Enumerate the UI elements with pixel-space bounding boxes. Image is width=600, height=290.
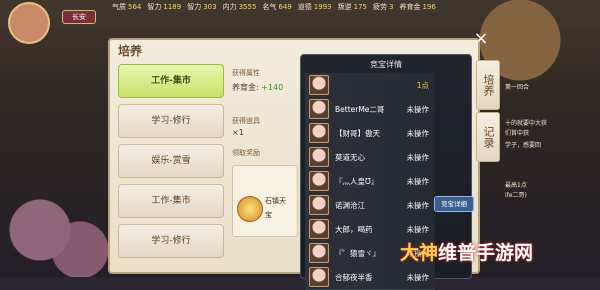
- bid-status: 未操作: [406, 272, 430, 282]
- log-line: 十的就要中大获: [505, 120, 548, 127]
- avatar: [309, 243, 329, 263]
- bid-status: 未操作: [406, 200, 430, 210]
- log-line: 们首中获: [505, 130, 530, 137]
- stat-item: 道德 1993: [297, 3, 332, 11]
- stat-item: 智力 303: [187, 3, 217, 11]
- log-line: ife二哥): [505, 192, 527, 199]
- stat-item: 智力 1189: [147, 3, 182, 11]
- bid-status: 未操作: [406, 224, 430, 234]
- bidder-name: 大郎，喝药: [335, 224, 373, 234]
- list-item[interactable]: 合郁夜半香 未操作: [305, 265, 435, 290]
- activity-tab[interactable]: 学习-修行: [118, 224, 224, 258]
- reward-column: 获得属性 养育金: +140 获得道具 ×1 领取奖励 石镇天 宝: [232, 60, 302, 260]
- avatar: [309, 267, 329, 287]
- reward-subtext: 宝: [265, 211, 272, 219]
- reward-card[interactable]: 石镇天 宝: [232, 165, 298, 237]
- log-line: 第一回合: [505, 84, 530, 91]
- reward-label: 领取奖励: [232, 149, 260, 157]
- bid-status: 未操作: [406, 152, 430, 162]
- list-item[interactable]: 1点: [305, 73, 435, 98]
- avatar: [309, 123, 329, 143]
- bid-detail-button[interactable]: 竞宝详细: [434, 196, 474, 212]
- avatar: [309, 219, 329, 239]
- list-item[interactable]: 诺渊沧江 未操作: [305, 193, 435, 218]
- stat-item: 叛逆 175: [337, 3, 367, 11]
- log-line: 学子，感要回: [505, 142, 542, 149]
- log-line: 最高1点: [505, 182, 527, 189]
- bidder-name: 莫道无心: [335, 152, 365, 162]
- location-button[interactable]: 长安: [62, 10, 96, 24]
- stat-item: 内力 3555: [222, 3, 257, 11]
- activity-tab[interactable]: 工作-集市: [118, 64, 224, 98]
- reward-text: 石镇天: [265, 197, 286, 205]
- stat-item: 养育金 196: [399, 3, 436, 11]
- coin-icon: [237, 196, 263, 222]
- tab-records[interactable]: 记录: [476, 112, 500, 162]
- panel-title: 培养: [118, 44, 143, 58]
- bidder-name: 合郁夜半香: [335, 272, 373, 282]
- section-label: 获得属性: [232, 69, 260, 77]
- items-label: 获得道具: [232, 117, 260, 125]
- avatar: [309, 171, 329, 191]
- avatar: [309, 99, 329, 119]
- close-icon[interactable]: ×: [472, 30, 490, 48]
- bidder-name: 【财哥】傲天: [335, 128, 380, 138]
- list-item[interactable]: 【财哥】傲天 未操作: [305, 121, 435, 146]
- record-log: 第一回合 十的就要中大获 们首中获 学子，感要回 最高1点 ife二哥): [505, 30, 600, 270]
- activity-tab-list: 工作-集市 学习-修行 娱乐-赏雪 工作-集市 学习-修行: [118, 64, 224, 264]
- stat-item: 气质 564: [112, 3, 142, 11]
- tab-training[interactable]: 培养: [476, 60, 500, 110]
- bid-status: 未操作: [406, 176, 430, 186]
- avatar: [309, 75, 329, 95]
- bidder-name: 『灬人皇Ʊ』: [335, 176, 379, 186]
- bidder-name: 诺渊沧江: [335, 200, 365, 210]
- list-item[interactable]: BetterMe二哥 未操作: [305, 97, 435, 122]
- bid-status: 1点: [416, 80, 429, 90]
- items-count: ×1: [232, 128, 244, 137]
- activity-tab[interactable]: 工作-集市: [118, 184, 224, 218]
- bid-status: 未操作: [406, 128, 430, 138]
- stat-item: 名气 649: [262, 3, 292, 11]
- activity-tab[interactable]: 娱乐-赏雪: [118, 144, 224, 178]
- activity-tab[interactable]: 学习-修行: [118, 104, 224, 138]
- avatar: [309, 195, 329, 215]
- bidder-name: BetterMe二哥: [335, 104, 385, 114]
- dialog-title: 竞宝详情: [370, 60, 402, 69]
- avatar: [309, 147, 329, 167]
- bidder-name: 『゜猿雪ヾ』: [335, 248, 380, 258]
- stat-item: 疲劳 3: [372, 3, 394, 11]
- watermark: 大神维普手游网: [400, 242, 534, 264]
- list-item[interactable]: 莫道无心 未操作: [305, 145, 435, 170]
- list-item[interactable]: 『灬人皇Ʊ』 未操作: [305, 169, 435, 194]
- bid-status: 未操作: [406, 104, 430, 114]
- education-row: 养育金: +140: [232, 83, 284, 92]
